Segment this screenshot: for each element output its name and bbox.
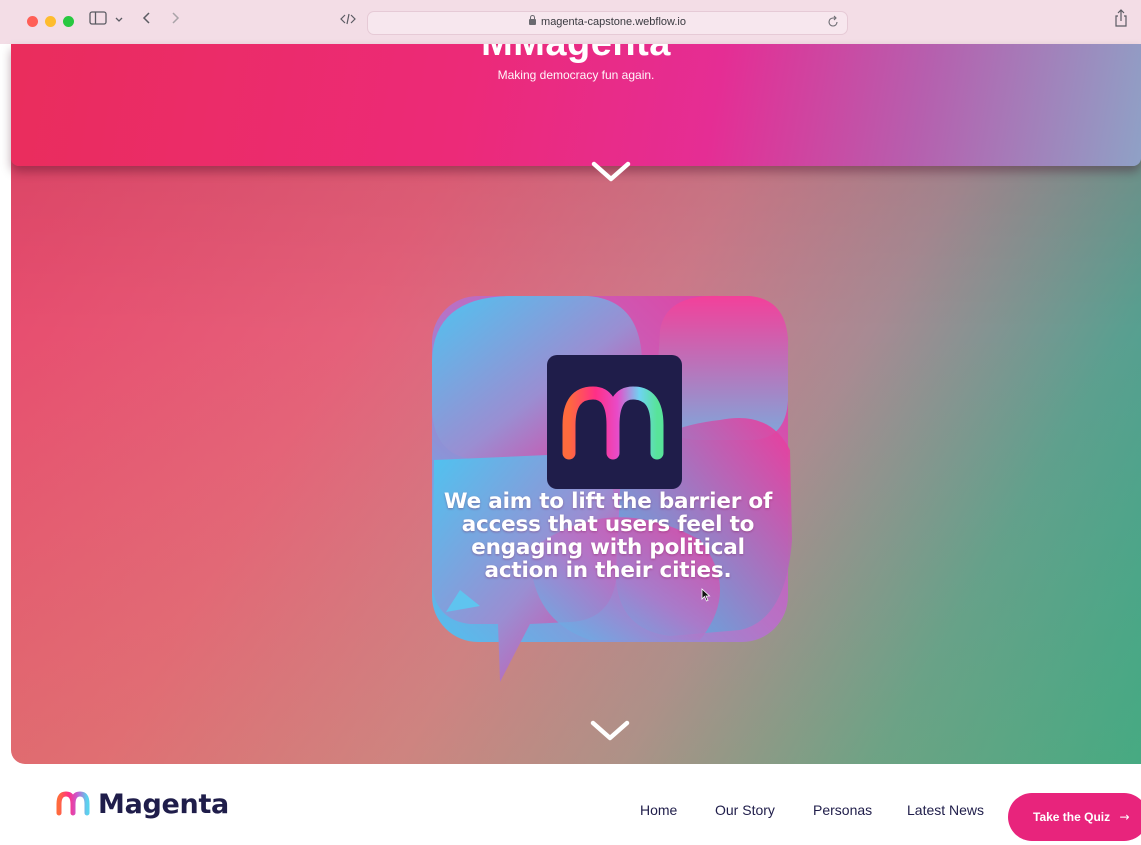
hero-title: MMagenta xyxy=(11,44,1141,65)
url-text: magenta-capstone.webflow.io xyxy=(541,16,686,28)
nav-link-personas[interactable]: Personas xyxy=(813,802,872,818)
quiz-button-label: Take the Quiz xyxy=(1033,810,1111,824)
share-icon[interactable] xyxy=(1114,9,1128,34)
back-icon[interactable] xyxy=(142,10,152,33)
arrow-right-icon: → xyxy=(1119,810,1130,824)
nav-link-home[interactable]: Home xyxy=(640,802,677,818)
sidebar-icon[interactable] xyxy=(89,10,107,32)
mission-statement: We aim to lift the barrier of access tha… xyxy=(443,489,773,583)
scroll-down-chevron-icon-bottom[interactable] xyxy=(589,719,631,743)
take-the-quiz-button[interactable]: Take the Quiz → xyxy=(1008,793,1141,841)
code-icon[interactable] xyxy=(340,11,356,33)
magenta-app-logo xyxy=(547,355,682,489)
close-window-button[interactable] xyxy=(27,16,38,27)
hero-tagline: Making democracy fun again. xyxy=(497,68,655,82)
address-bar[interactable]: magenta-capstone.webflow.io xyxy=(367,11,848,35)
forward-icon[interactable] xyxy=(170,10,180,33)
nav-link-latest-news[interactable]: Latest News xyxy=(907,802,984,818)
scroll-down-chevron-icon[interactable] xyxy=(590,160,632,184)
magenta-logo-icon xyxy=(56,791,90,816)
magenta-logo-icon xyxy=(562,386,664,460)
minimize-window-button[interactable] xyxy=(45,16,56,27)
maximize-window-button[interactable] xyxy=(63,16,74,27)
site-navbar: Magenta Home Our Story Personas Latest N… xyxy=(0,764,1141,845)
nav-link-our-story[interactable]: Our Story xyxy=(715,802,775,818)
reload-icon[interactable] xyxy=(827,15,839,32)
brand-logo-link[interactable]: Magenta xyxy=(55,789,229,821)
chevron-down-icon[interactable] xyxy=(115,11,123,33)
hero-section: MMagenta Making democracy fun again. xyxy=(11,44,1141,166)
brand-name: Magenta xyxy=(98,789,229,820)
mouse-cursor-icon xyxy=(701,588,711,602)
lock-icon xyxy=(529,15,537,25)
browser-toolbar: magenta-capstone.webflow.io xyxy=(0,0,1141,44)
